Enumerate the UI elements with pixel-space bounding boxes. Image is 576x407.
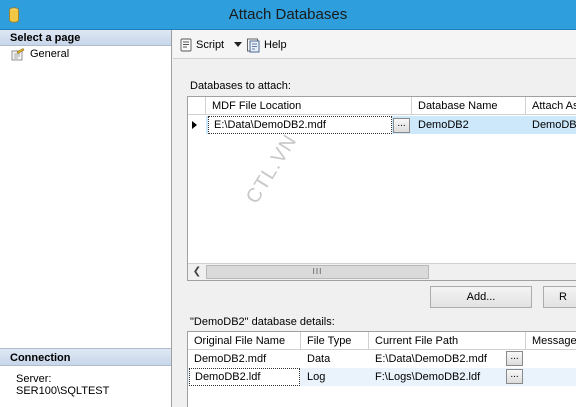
database-details-label: "DemoDB2" database details: [190, 316, 335, 328]
current-file-path-cell[interactable]: F:\Logs\DemoDB2.ldf [369, 368, 509, 386]
current-row-indicator-icon [192, 121, 197, 129]
column-header[interactable]: Message [526, 332, 576, 350]
help-button[interactable]: Help [246, 37, 287, 53]
add-button[interactable]: Add... [430, 286, 532, 308]
database-name-cell[interactable]: DemoDB2 [412, 116, 526, 134]
remove-button[interactable]: R [543, 286, 576, 308]
script-dropdown-button[interactable] [234, 37, 245, 53]
chevron-down-icon [234, 42, 242, 47]
browse-file-path-button[interactable]: ... [506, 351, 523, 366]
script-icon [180, 38, 192, 52]
browse-file-path-button[interactable]: ... [506, 369, 523, 384]
original-file-name-cell[interactable]: DemoDB2.ldf [189, 368, 300, 386]
column-header[interactable]: Current File Path [369, 332, 526, 350]
column-header[interactable]: Original File Name [188, 332, 301, 350]
current-file-path-cell[interactable]: E:\Data\DemoDB2.mdf [369, 350, 509, 368]
page-item-general[interactable]: General [0, 46, 171, 63]
column-header[interactable]: Attach As [526, 97, 576, 115]
page-properties-icon [11, 48, 25, 61]
left-pane: Select a page General Connection Server:… [0, 30, 172, 407]
scrollbar-thumb[interactable]: III [206, 265, 429, 279]
row-header-corner [188, 97, 206, 115]
page-item-label: General [30, 48, 70, 60]
mdf-file-location-cell[interactable]: E:\Data\DemoDB2.mdf [208, 116, 392, 134]
help-label: Help [264, 39, 287, 51]
databases-to-attach-label: Databases to attach: [190, 80, 291, 92]
server-label: Server: [16, 373, 52, 385]
file-type-cell[interactable]: Data [301, 350, 369, 368]
script-button[interactable]: Script [179, 37, 224, 53]
toolbar: Script Help [173, 30, 576, 59]
script-label: Script [196, 39, 225, 51]
server-value: SER100\SQLTEST [16, 385, 110, 397]
window-title: Attach Databases [228, 6, 348, 23]
browse-mdf-button[interactable]: ... [393, 118, 410, 133]
file-type-cell[interactable]: Log [301, 368, 369, 386]
connection-info: Server: SER100\SQLTEST [16, 373, 109, 397]
connection-header: Connection [0, 348, 171, 366]
help-icon [247, 38, 260, 52]
scroll-left-icon[interactable]: ❮ [189, 265, 205, 279]
column-header[interactable]: MDF File Location [206, 97, 412, 115]
attach-as-cell[interactable]: DemoDB2 [526, 116, 576, 134]
horizontal-scrollbar[interactable]: ❮ III [188, 263, 576, 280]
database-details-grid: Original File Name File Type Current Fil… [187, 331, 576, 407]
title-bar: Attach Databases [0, 0, 576, 30]
select-page-header: Select a page [0, 30, 171, 46]
column-header[interactable]: Database Name [412, 97, 526, 115]
column-header[interactable]: File Type [301, 332, 369, 350]
original-file-name-cell[interactable]: DemoDB2.mdf [188, 350, 301, 368]
